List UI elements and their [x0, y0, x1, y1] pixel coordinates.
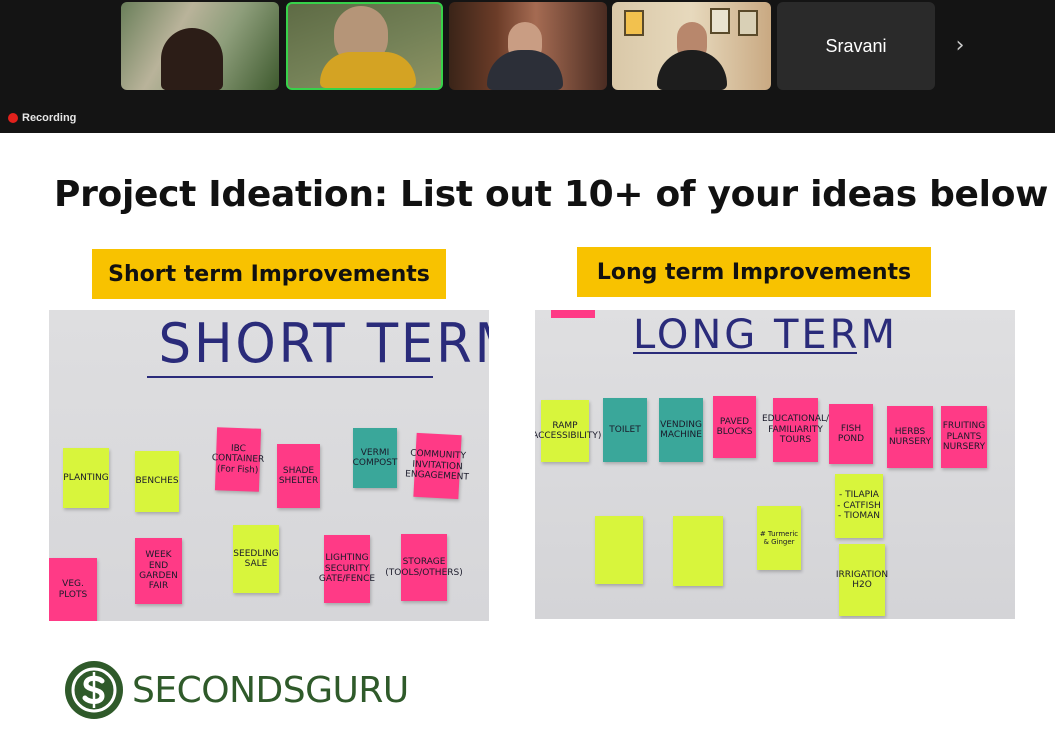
participant-tile-3[interactable]: [449, 2, 607, 90]
participant-tile-2-active-speaker[interactable]: [286, 2, 443, 90]
participant-tile-1[interactable]: [121, 2, 279, 90]
chevron-right-icon[interactable]: ›: [948, 32, 972, 60]
sticky-note: [595, 516, 643, 584]
sticky-note: VENDING MACHINE: [659, 398, 703, 462]
logo-text: SECONDSGURU: [132, 669, 409, 711]
participant-body: [161, 28, 224, 90]
sticky-note: VEG. PLOTS: [49, 558, 97, 621]
wall-poster: [710, 8, 730, 34]
sticky-note: BENCHES: [135, 451, 179, 512]
heading-underline: [633, 352, 857, 354]
dollar-s-icon: [65, 661, 123, 719]
participant-body: [319, 52, 416, 88]
record-dot-icon: [8, 113, 18, 123]
sticky-note: PLANTING: [63, 448, 109, 508]
sticky-note: [673, 516, 723, 586]
sticky-note: SEEDLING SALE: [233, 525, 279, 593]
long-term-whiteboard-photo: LONG TERM RAMP (ACCESSIBILITY) TOILET VE…: [535, 310, 1015, 619]
sticky-note: SHADE SHELTER: [277, 444, 320, 508]
sticky-note: IBC CONTAINER (For Fish): [212, 427, 264, 492]
sticky-note: FISH POND: [829, 404, 873, 464]
sticky-note: COMMUNITY INVITATION ENGAGEMENT: [405, 432, 469, 500]
sticky-note: RAMP (ACCESSIBILITY): [535, 400, 601, 462]
board-heading: SHORT TERM: [158, 312, 489, 375]
participant-tile-5[interactable]: Sravani: [777, 2, 935, 90]
recording-label: Recording: [22, 112, 77, 124]
heading-underline: [147, 376, 433, 378]
sticky-note: PAVED BLOCKS: [713, 396, 756, 458]
participant-body: [486, 50, 563, 90]
sticky-note: WEEK END GARDEN FAIR: [135, 538, 182, 604]
participant-tile-4[interactable]: [612, 2, 771, 90]
sticky-note: VERMI COMPOST: [353, 428, 397, 488]
long-term-label: Long term Improvements: [577, 247, 931, 297]
participant-body: [656, 50, 727, 90]
wall-poster: [624, 10, 644, 36]
sticky-note: HERBS NURSERY: [887, 406, 933, 468]
sticky-note-fragment: [551, 310, 595, 318]
sticky-note: TOILET: [603, 398, 647, 462]
sticky-note: - TILAPIA - CATFISH - TIOMAN: [835, 474, 883, 538]
sticky-note: # Turmeric & Ginger: [757, 506, 801, 570]
short-term-label: Short term Improvements: [92, 249, 446, 299]
slide-title: Project Ideation: List out 10+ of your i…: [54, 174, 1049, 215]
recording-indicator: Recording: [8, 112, 76, 124]
sticky-note: IRRIGATION H2O: [836, 544, 888, 616]
sticky-note: STORAGE (TOOLS/OTHERS): [385, 534, 463, 601]
wall-poster: [738, 10, 758, 36]
short-term-whiteboard-photo: SHORT TERM PLANTING BENCHES IBC CONTAINE…: [49, 310, 489, 621]
brand-logo: SECONDSGURU: [64, 660, 409, 720]
participant-name: Sravani: [825, 36, 887, 56]
sticky-note: FRUITING PLANTS NURSERY: [941, 406, 987, 468]
sticky-note: LIGHTING SECURITY GATE/FENCE: [319, 535, 375, 603]
sticky-note: EDUCATIONAL/ FAMILIARITY TOURS: [762, 398, 829, 462]
video-gallery-bar: Sravani › Recording: [0, 0, 1055, 133]
